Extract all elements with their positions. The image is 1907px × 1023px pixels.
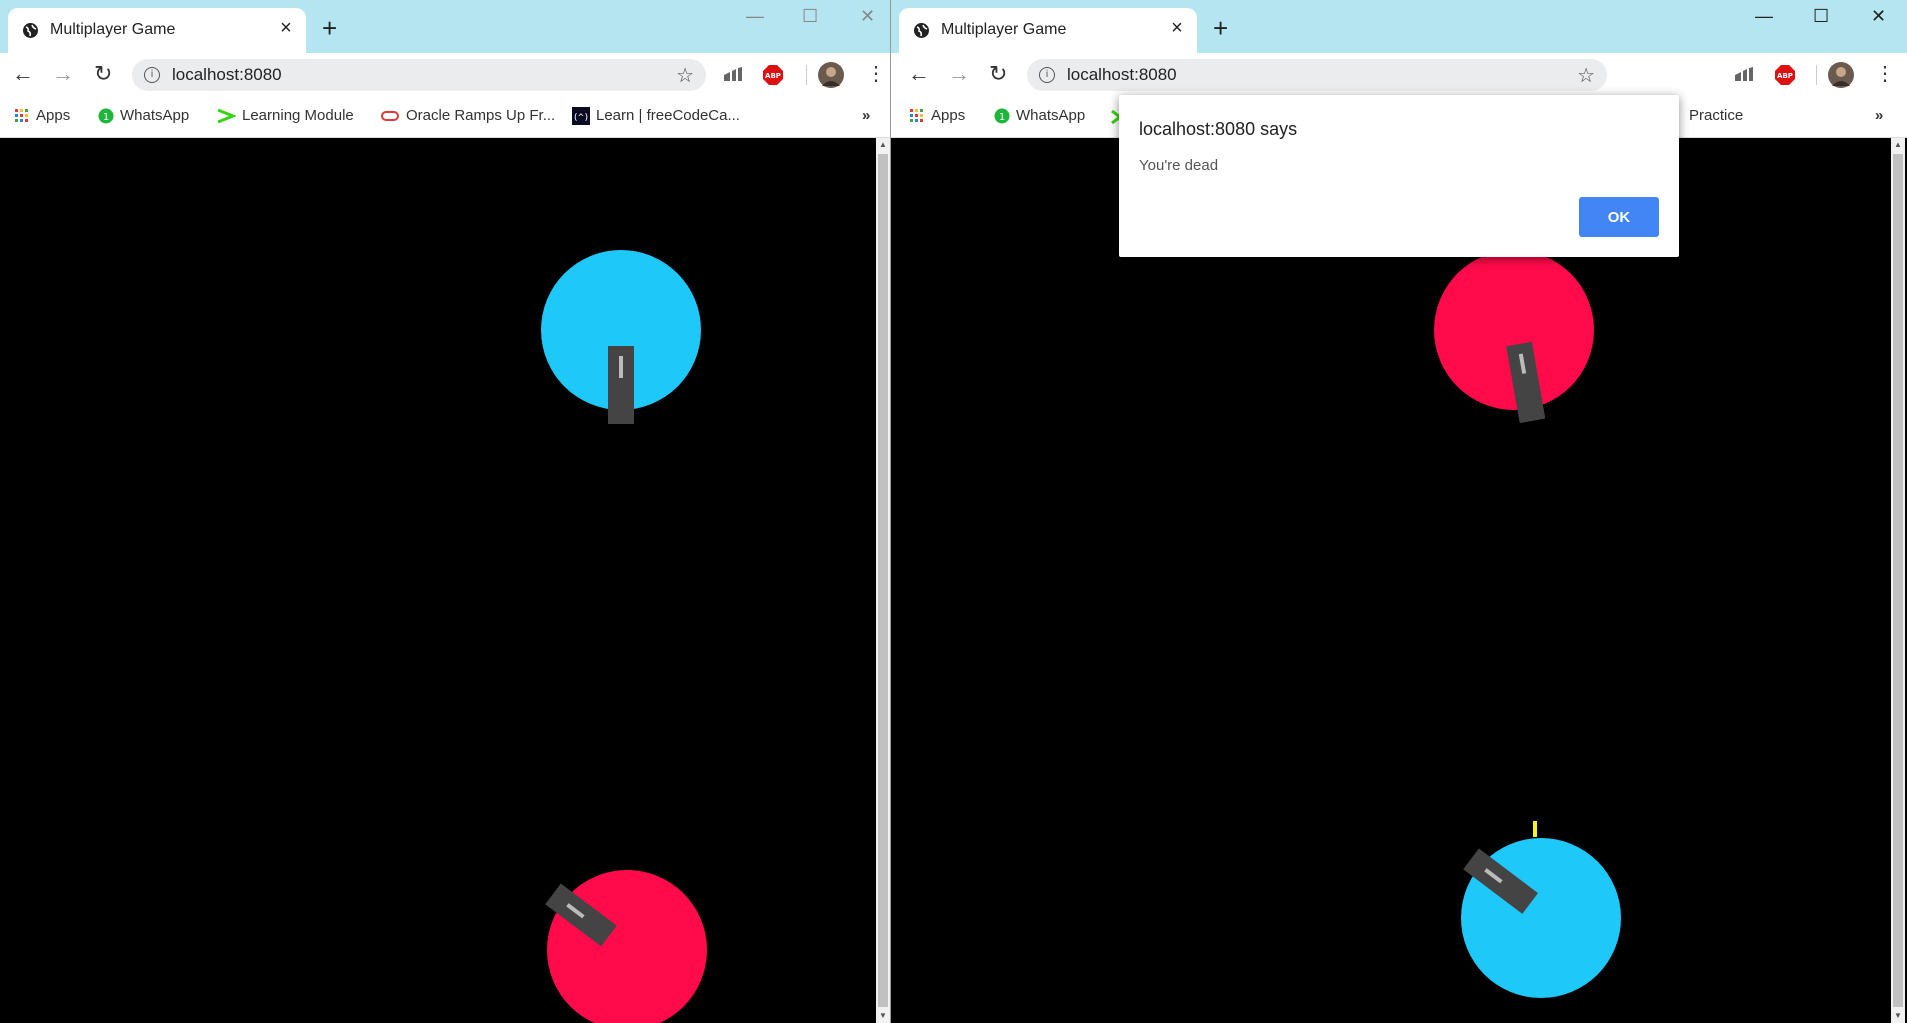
whatsapp-icon: 1 [994,108,1010,124]
toolbar-divider [1816,65,1817,85]
scroll-up-arrow[interactable]: ▲ [876,138,890,152]
bookmark-whatsapp[interactable]: 1 WhatsApp [994,107,1085,124]
scroll-thumb[interactable] [1893,154,1903,1007]
bookmark-star-icon[interactable]: ☆ [676,63,694,88]
alert-dialog: localhost:8080 says You're dead OK [1119,95,1679,257]
bookmark-whatsapp[interactable]: 1 WhatsApp [98,107,189,124]
game-canvas[interactable] [0,138,876,1023]
left-browser-window: Multiplayer Game × + — ☐ ✕ ← → ↻ i local… [0,0,890,1023]
address-bar[interactable]: i localhost:8080 ☆ [132,59,706,91]
bookmark-label: Apps [36,107,71,124]
bookmark-label: Learning Module [242,107,354,124]
new-tab-button[interactable]: + [1213,15,1228,41]
info-icon[interactable]: i [144,67,160,83]
globe-icon [23,23,38,38]
url-text: localhost:8080 [1067,65,1177,84]
scroll-down-arrow[interactable]: ▼ [876,1009,890,1023]
bookmark-practice[interactable]: Practice [1689,107,1743,124]
bookmarks-overflow-button[interactable]: » [1875,107,1883,124]
bookmark-learning-module[interactable]: Learning Module [216,107,354,124]
url-text: localhost:8080 [172,65,282,84]
globe-icon [914,23,929,38]
bookmark-label: Apps [931,107,966,124]
freecodecamp-icon: (^) [572,107,590,126]
back-button[interactable]: ← [908,63,930,85]
menu-icon[interactable]: ⋮ [866,63,886,85]
browser-tab[interactable]: Multiplayer Game × [899,8,1197,53]
maximize-icon[interactable]: ☐ [802,6,818,27]
oracle-icon [381,111,399,122]
avatar[interactable] [817,61,845,89]
close-tab-icon[interactable]: × [276,18,296,38]
forward-button[interactable]: → [52,63,74,85]
apps-grid-icon [910,109,923,123]
game-scene [541,250,707,1023]
address-bar[interactable]: i localhost:8080 ☆ [1027,59,1607,91]
bookmark-label: WhatsApp [120,107,190,124]
scroll-thumb[interactable] [878,154,888,1007]
close-window-icon[interactable]: ✕ [1871,6,1886,27]
reload-button[interactable]: ↻ [94,63,112,85]
toolbar: ← → ↻ i localhost:8080 ☆ ABP ⋮ [0,53,890,97]
bookmarks-bar: Apps 1 WhatsApp Learning Module Oracle Ra… [0,97,890,138]
tab-title: Multiplayer Game [50,21,176,38]
bookmark-label: Learn | freeCodeCa... [596,107,740,124]
dialog-title: localhost:8080 says [1139,119,1298,139]
bookmark-label: Oracle Ramps Up Fr... [406,107,556,124]
minimize-icon[interactable]: — [1755,6,1773,27]
menu-icon[interactable]: ⋮ [1875,63,1895,85]
svg-text:1: 1 [103,112,109,123]
scroll-up-arrow[interactable]: ▲ [1891,138,1905,152]
arrow-icon [217,108,236,124]
game-scene [1434,250,1621,998]
close-window-icon[interactable]: ✕ [860,6,875,27]
bookmark-apps[interactable]: Apps [909,107,965,124]
bookmark-star-icon[interactable]: ☆ [1577,63,1595,88]
browser-tab[interactable]: Multiplayer Game × [8,8,306,53]
ok-button[interactable]: OK [1579,197,1659,237]
reload-button[interactable]: ↻ [989,63,1007,85]
bookmarks-overflow-button[interactable]: » [862,107,870,124]
game-canvas[interactable] [891,138,1891,1023]
apps-grid-icon [15,109,28,123]
dialog-message: You're dead [1139,157,1219,174]
title-bar: Multiplayer Game × + — ☐ ✕ [891,0,1907,53]
bookmark-apps[interactable]: Apps [14,107,70,124]
whatsapp-icon: 1 [98,108,114,124]
bookmark-label: WhatsApp [1016,107,1086,124]
adblock-icon[interactable]: ABP [762,64,784,86]
svg-text:1: 1 [999,112,1005,123]
bookmark-freecodecamp[interactable]: (^) Learn | freeCodeCa... [572,107,740,126]
vertical-scrollbar[interactable]: ▲ ▼ [1891,138,1905,1023]
bookmark-label: Practice [1689,107,1744,124]
adblock-icon[interactable]: ABP [1774,64,1796,86]
bullet [1533,821,1537,837]
toolbar-divider [806,65,807,85]
close-tab-icon[interactable]: × [1167,18,1187,38]
svg-text:ABP: ABP [765,72,781,80]
vertical-scrollbar[interactable]: ▲ ▼ [876,138,890,1023]
analytics-extension-icon[interactable] [722,65,744,85]
svg-text:(^): (^) [573,113,589,123]
new-tab-button[interactable]: + [322,15,337,41]
avatar[interactable] [1827,61,1855,89]
tab-title: Multiplayer Game [941,21,1067,38]
info-icon[interactable]: i [1039,67,1055,83]
forward-button[interactable]: → [948,63,970,85]
maximize-icon[interactable]: ☐ [1813,6,1829,27]
svg-text:ABP: ABP [1777,72,1793,80]
scroll-down-arrow[interactable]: ▼ [1891,1009,1905,1023]
analytics-extension-icon[interactable] [1733,65,1755,85]
enemy-turret [608,346,634,424]
minimize-icon[interactable]: — [746,6,764,27]
title-bar: Multiplayer Game × + — ☐ ✕ [0,0,890,53]
back-button[interactable]: ← [12,63,34,85]
bookmark-oracle[interactable]: Oracle Ramps Up Fr... [380,107,555,124]
toolbar: ← → ↻ i localhost:8080 ☆ ABP ⋮ [891,53,1907,97]
